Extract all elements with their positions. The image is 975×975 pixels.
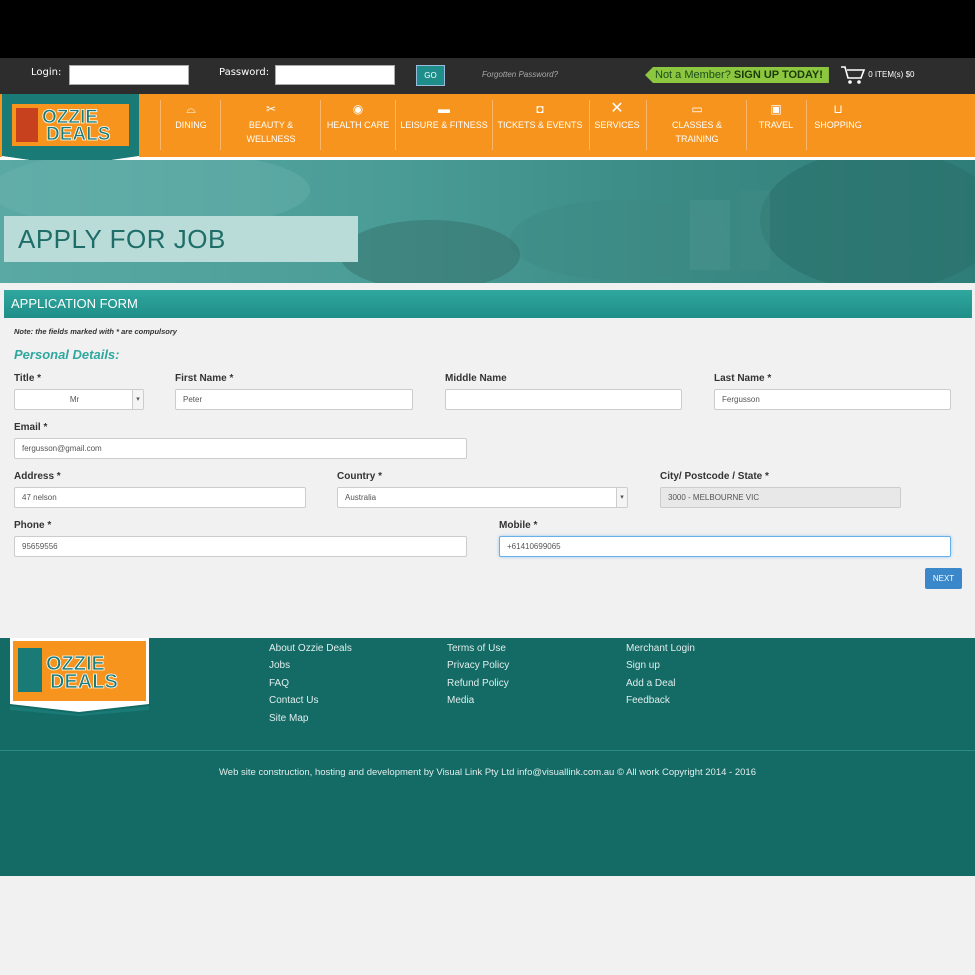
title-label: Title * <box>14 373 42 384</box>
first-name-field[interactable]: Peter <box>175 389 413 410</box>
nav-separator <box>492 100 493 150</box>
footer-link-media[interactable]: Media <box>447 695 474 706</box>
nav-label: BEAUTY & WELLNESS <box>246 120 296 144</box>
nav-separator <box>160 100 161 150</box>
password-label: Password: <box>219 67 270 78</box>
middle-name-field[interactable] <box>445 389 682 410</box>
ozzie-deals-logo[interactable]: OZZIE DEALS <box>2 94 139 170</box>
dining-icon: ⌓ <box>186 102 196 116</box>
nav-separator <box>589 100 590 150</box>
form-header: APPLICATION FORM <box>4 290 972 318</box>
city-label: City/ Postcode / State * <box>660 471 769 482</box>
logo-line2: DEALS <box>46 124 110 145</box>
footer-link-signup[interactable]: Sign up <box>626 660 660 671</box>
projector-icon: ▭ <box>691 102 703 116</box>
country-select[interactable]: Australia ▾ <box>337 487 628 508</box>
signup-banner[interactable]: Not a Member? SIGN UP TODAY! <box>645 67 829 83</box>
footer-link-jobs[interactable]: Jobs <box>269 660 290 671</box>
city-postcode-state-field[interactable]: 3000 - MELBOURNE VIC <box>660 487 901 508</box>
phone-label: Phone * <box>14 520 52 531</box>
login-input[interactable] <box>69 65 189 85</box>
shoe-icon: ▬ <box>438 102 450 116</box>
login-bar: Login: Password: GO Forgotten Password? … <box>0 58 975 94</box>
compulsory-note: Note: the fields marked with * are compu… <box>14 327 177 336</box>
nav-separator <box>395 100 396 150</box>
scissors-icon: ✂ <box>265 102 277 116</box>
nav-label: CLASSES & TRAINING <box>671 120 723 144</box>
tools-icon: ✕ <box>610 100 624 117</box>
copyright-text: Web site construction, hosting and devel… <box>219 767 756 778</box>
member-prefix: Not a Member? <box>655 69 731 81</box>
footer-link-add-deal[interactable]: Add a Deal <box>626 678 675 689</box>
footer-link-faq[interactable]: FAQ <box>269 678 289 689</box>
last-name-label: Last Name * <box>714 373 772 384</box>
nav-label: SERVICES <box>594 120 640 130</box>
middle-name-label: Middle Name <box>445 373 507 384</box>
nav-item-tickets[interactable]: ◘ TICKETS & EVENTS <box>497 100 583 132</box>
nav-item-shopping[interactable]: ⊔ SHOPPING <box>810 100 866 132</box>
suitcase-icon: ▣ <box>770 102 782 116</box>
footer-logo[interactable]: OZZIE DEALS <box>10 638 149 716</box>
page-title: APPLY FOR JOB <box>4 216 358 262</box>
cart-icon <box>841 66 866 84</box>
drop-icon: ◉ <box>352 102 364 116</box>
country-label: Country * <box>337 471 382 482</box>
basket-icon: ⊔ <box>833 102 843 116</box>
top-black-band <box>0 0 975 58</box>
cart[interactable]: 0 ITEM(s) $0 <box>840 65 914 85</box>
nav-label: LEISURE & FITNESS <box>400 120 488 130</box>
nav-item-health[interactable]: ◉ HEALTH CARE <box>325 100 391 132</box>
address-label: Address * <box>14 471 61 482</box>
nav-item-classes[interactable]: ▭ CLASSES & TRAINING <box>662 100 732 146</box>
chevron-down-icon: ▾ <box>616 488 627 507</box>
nav-separator <box>646 100 647 150</box>
nav-item-beauty[interactable]: ✂ BEAUTY & WELLNESS <box>228 100 314 146</box>
footer-link-merchant-login[interactable]: Merchant Login <box>626 643 695 654</box>
nav-item-services[interactable]: ✕ SERVICES <box>594 100 640 132</box>
email-field[interactable]: fergusson@gmail.com <box>14 438 467 459</box>
login-label: Login: <box>31 67 62 78</box>
nav-separator <box>220 100 221 150</box>
mobile-label: Mobile * <box>499 520 538 531</box>
phone-field[interactable]: 95659556 <box>14 536 467 557</box>
footer-divider <box>0 750 975 751</box>
nav-separator <box>320 100 321 150</box>
camera-icon: ◘ <box>536 102 544 116</box>
section-title: Personal Details: <box>14 347 120 362</box>
nav-separator <box>806 100 807 150</box>
footer-link-terms[interactable]: Terms of Use <box>447 643 506 654</box>
password-input[interactable] <box>275 65 395 85</box>
last-name-field[interactable]: Fergusson <box>714 389 951 410</box>
footer-link-contact[interactable]: Contact Us <box>269 695 318 706</box>
cart-text: 0 ITEM(s) $0 <box>868 70 915 80</box>
signup-cta: SIGN UP TODAY! <box>733 69 823 81</box>
nav-label: DINING <box>175 120 207 130</box>
mobile-field[interactable]: +61410699065 <box>499 536 951 557</box>
go-button[interactable]: GO <box>416 65 445 86</box>
footer-link-feedback[interactable]: Feedback <box>626 695 670 706</box>
country-select-value: Australia <box>345 493 377 502</box>
footer-link-about[interactable]: About Ozzie Deals <box>269 643 352 654</box>
nav-separator <box>746 100 747 150</box>
first-name-label: First Name * <box>175 373 234 384</box>
nav-item-travel[interactable]: ▣ TRAVEL <box>754 100 798 132</box>
next-button[interactable]: NEXT <box>925 568 962 589</box>
nav-item-leisure[interactable]: ▬ LEISURE & FITNESS <box>400 100 488 132</box>
nav-item-dining[interactable]: ⌓ DINING <box>166 100 216 132</box>
nav-label: SHOPPING <box>814 120 862 130</box>
footer-logo-line2: DEALS <box>50 671 118 693</box>
title-select[interactable]: Mr ▾ <box>14 389 144 410</box>
forgotten-password-link[interactable]: Forgotten Password? <box>482 70 558 79</box>
footer-link-privacy[interactable]: Privacy Policy <box>447 660 509 671</box>
email-label: Email * <box>14 422 48 433</box>
nav-label: TRAVEL <box>758 120 794 130</box>
title-select-value: Mr <box>69 395 80 404</box>
nav-label: HEALTH CARE <box>326 120 390 130</box>
address-field[interactable]: 47 nelson <box>14 487 306 508</box>
footer-link-sitemap[interactable]: Site Map <box>269 713 308 724</box>
chevron-down-icon: ▾ <box>132 390 143 409</box>
nav-label: TICKETS & EVENTS <box>497 120 583 130</box>
footer-link-refund[interactable]: Refund Policy <box>447 678 509 689</box>
